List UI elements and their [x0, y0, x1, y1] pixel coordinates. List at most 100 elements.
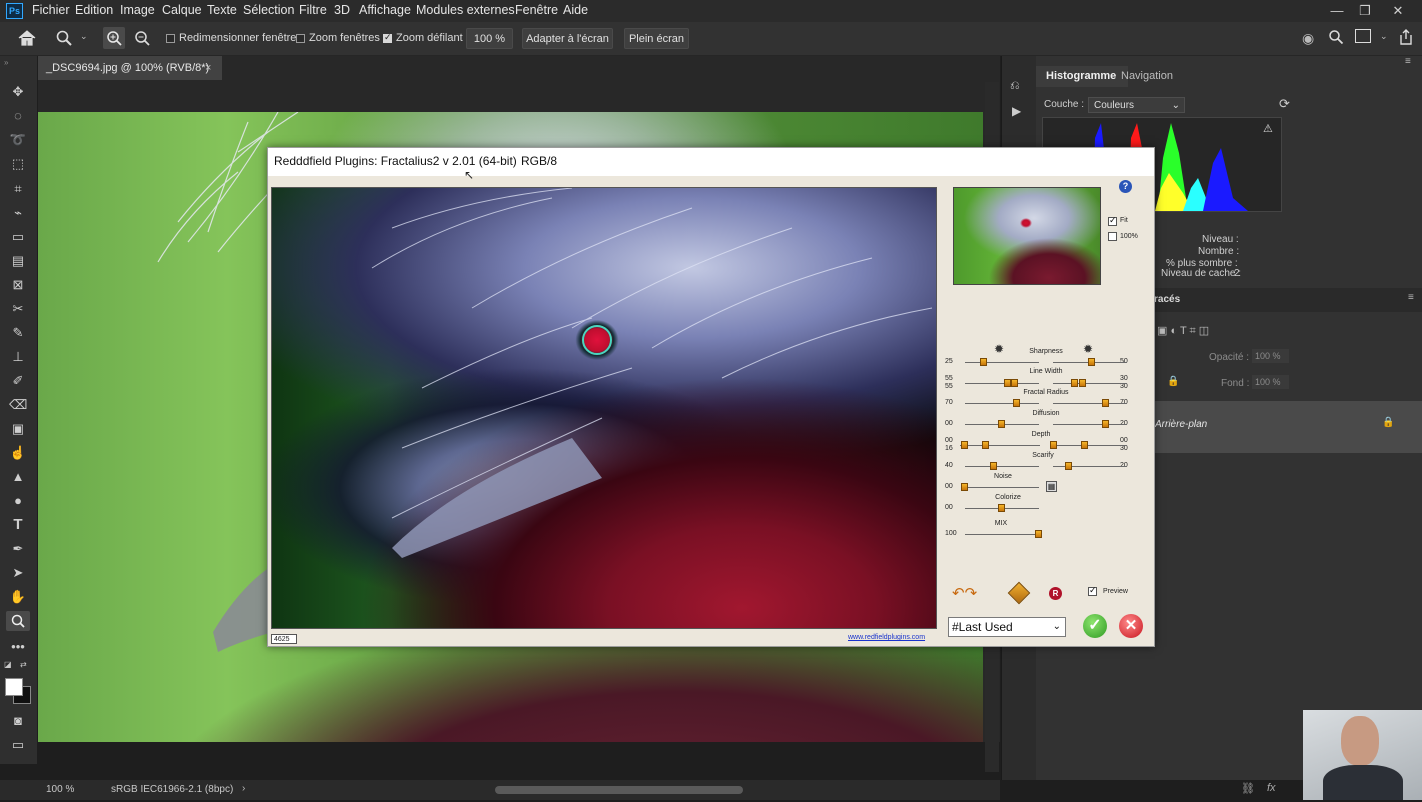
layers-menu-icon[interactable]: ≡	[1408, 292, 1414, 303]
smudge-tool-icon[interactable]: ☝	[9, 444, 27, 462]
sharpen-tool-icon[interactable]: ▲	[9, 468, 27, 486]
collapse-icon[interactable]: »	[4, 58, 8, 67]
menu-fenetre[interactable]: Fenêtre	[515, 0, 558, 22]
restore-icon[interactable]: ❐	[1350, 0, 1380, 22]
frame-tool-icon[interactable]: ⊠	[9, 276, 27, 294]
eraser-tool-icon[interactable]: ⌫	[9, 396, 27, 414]
line-width-knob-2[interactable]	[1011, 379, 1018, 387]
layer-row[interactable]: Arrière-plan 🔒	[1155, 401, 1422, 453]
menu-fichier[interactable]: Fichier	[32, 0, 70, 22]
export-icon[interactable]	[1398, 28, 1414, 46]
diffusion-knob-left[interactable]	[998, 420, 1005, 428]
menu-selection[interactable]: Sélection	[243, 0, 294, 22]
path-selection-tool-icon[interactable]: ➤	[9, 564, 27, 582]
menu-affichage[interactable]: Affichage	[359, 0, 411, 22]
lasso-tool-icon[interactable]: ➰	[9, 131, 27, 149]
diffusion-knob-right[interactable]	[1102, 420, 1109, 428]
help-icon[interactable]: ?	[1119, 180, 1132, 193]
zoom-windows-checkbox[interactable]	[296, 34, 305, 43]
filter-preview[interactable]	[271, 187, 937, 629]
tab-navigation[interactable]: Navigation	[1121, 70, 1173, 82]
zoom-in-button[interactable]	[103, 27, 125, 49]
channel-select[interactable]: Couleurs ⌄	[1088, 97, 1185, 113]
chevron-down-icon[interactable]: ⌄	[80, 31, 88, 42]
dodge-tool-icon[interactable]: ●	[9, 492, 27, 510]
depth-knob-4[interactable]	[1081, 441, 1088, 449]
line-width-knob-4[interactable]	[1079, 379, 1086, 387]
depth-knob-3[interactable]	[1050, 441, 1057, 449]
fractal-radius-knob-right[interactable]	[1102, 399, 1109, 407]
history-icon[interactable]: ⎌	[1010, 78, 1020, 93]
layers-tab-paths[interactable]: racés	[1154, 294, 1180, 305]
screen-mode-icon[interactable]: ▭	[9, 736, 27, 754]
minimize-icon[interactable]: —	[1322, 0, 1352, 22]
dialog-titlebar[interactable]: Redddfield Plugins: Fractalius2 v 2.01 (…	[268, 148, 1154, 176]
zoom100-checkbox[interactable]	[1108, 232, 1117, 241]
hand-tool-icon[interactable]: ✋	[9, 588, 27, 606]
depth-knob-2[interactable]	[982, 441, 989, 449]
website-link[interactable]: www.redfieldplugins.com	[848, 634, 925, 641]
marquee-tool-icon[interactable]: ◌	[9, 107, 27, 125]
cancel-x-icon[interactable]: ✕	[1119, 614, 1143, 638]
menu-edition[interactable]: Edition	[75, 0, 113, 22]
foreground-color-swatch[interactable]	[5, 678, 23, 696]
noise-options-icon[interactable]: ▦	[1046, 481, 1057, 492]
fill-field[interactable]: 100 %	[1252, 375, 1289, 389]
fit-screen-button[interactable]: Adapter à l'écran	[522, 28, 613, 49]
tab-histogram[interactable]: Histogramme	[1036, 66, 1128, 87]
link-layers-icon[interactable]: ⛓	[1241, 782, 1255, 795]
patch-tool-icon[interactable]: ▤	[9, 252, 27, 270]
noise-knob[interactable]	[961, 483, 968, 491]
preset-select[interactable]: #Last Used ⌄	[948, 617, 1066, 637]
fractal-radius-knob-left[interactable]	[1013, 399, 1020, 407]
brush-tool-icon[interactable]: ✎	[9, 324, 27, 342]
workspace-icon[interactable]	[1355, 29, 1371, 43]
layer-filter-icons[interactable]: ▣ ◐ T ⌗ ◫	[1157, 324, 1209, 338]
swap-colors-icon[interactable]: ⇄	[20, 660, 27, 669]
menu-filtre[interactable]: Filtre	[299, 0, 327, 22]
object-selection-tool-icon[interactable]: ⬚	[9, 155, 27, 173]
search-icon[interactable]	[1328, 29, 1344, 45]
colorize-knob[interactable]	[998, 504, 1005, 512]
zoom-value-field[interactable]: 100 %	[466, 28, 513, 49]
full-screen-button[interactable]: Plein écran	[624, 28, 689, 49]
workspace-chevron-icon[interactable]: ⌄	[1380, 31, 1388, 42]
menu-texte[interactable]: Texte	[207, 0, 237, 22]
status-zoom[interactable]: 100 %	[46, 784, 74, 795]
status-arrow-icon[interactable]: ›	[242, 783, 245, 794]
menu-3d[interactable]: 3D	[334, 0, 350, 22]
eyedropper-tool-icon[interactable]: ⌁	[9, 204, 27, 222]
fit-checkbox[interactable]	[1108, 215, 1117, 226]
document-tab[interactable]: _DSC9694.jpg @ 100% (RVB/8*) ×	[38, 56, 222, 80]
default-colors-icon[interactable]: ◪	[4, 660, 12, 669]
share-icon[interactable]: ◉	[1302, 30, 1314, 47]
scarify-knob-right[interactable]	[1065, 462, 1072, 470]
scarify-knob-left[interactable]	[990, 462, 997, 470]
quick-mask-icon[interactable]: ◙	[9, 712, 27, 730]
menu-calque[interactable]: Calque	[162, 0, 202, 22]
ok-check-icon[interactable]: ✓	[1083, 614, 1107, 638]
close-window-icon[interactable]: ✕	[1383, 0, 1413, 22]
lock-icon[interactable]: 🔒	[1167, 376, 1179, 387]
stamp-tool-icon[interactable]: ⊥	[9, 348, 27, 366]
reset-icon[interactable]: R	[1049, 587, 1062, 600]
move-tool-icon[interactable]: ✥	[9, 83, 27, 101]
depth-knob-1[interactable]	[961, 441, 968, 449]
pen-tool-icon[interactable]: ✒	[9, 540, 27, 558]
opacity-field[interactable]: 100 %	[1252, 349, 1289, 363]
refresh-icon[interactable]: ⟳	[1279, 96, 1290, 112]
home-icon[interactable]	[17, 29, 37, 47]
menu-modules-externes[interactable]: Modules externes	[416, 0, 515, 22]
gradient-tool-icon[interactable]: ▣	[9, 420, 27, 438]
menu-aide[interactable]: Aide	[563, 0, 588, 22]
more-tools-icon[interactable]: •••	[9, 638, 27, 656]
randomize-icon[interactable]	[1007, 581, 1031, 605]
cache-warning-icon[interactable]: ⚠	[1263, 122, 1273, 135]
sharpness-knob-left[interactable]	[980, 358, 987, 366]
history-brush-tool-icon[interactable]: ✐	[9, 372, 27, 390]
type-tool-icon[interactable]: T	[9, 516, 27, 534]
preview-checkbox[interactable]	[1088, 585, 1097, 596]
mix-knob[interactable]	[1035, 530, 1042, 538]
zoom-tool-icon[interactable]	[55, 29, 73, 47]
sharpness-knob-right[interactable]	[1088, 358, 1095, 366]
